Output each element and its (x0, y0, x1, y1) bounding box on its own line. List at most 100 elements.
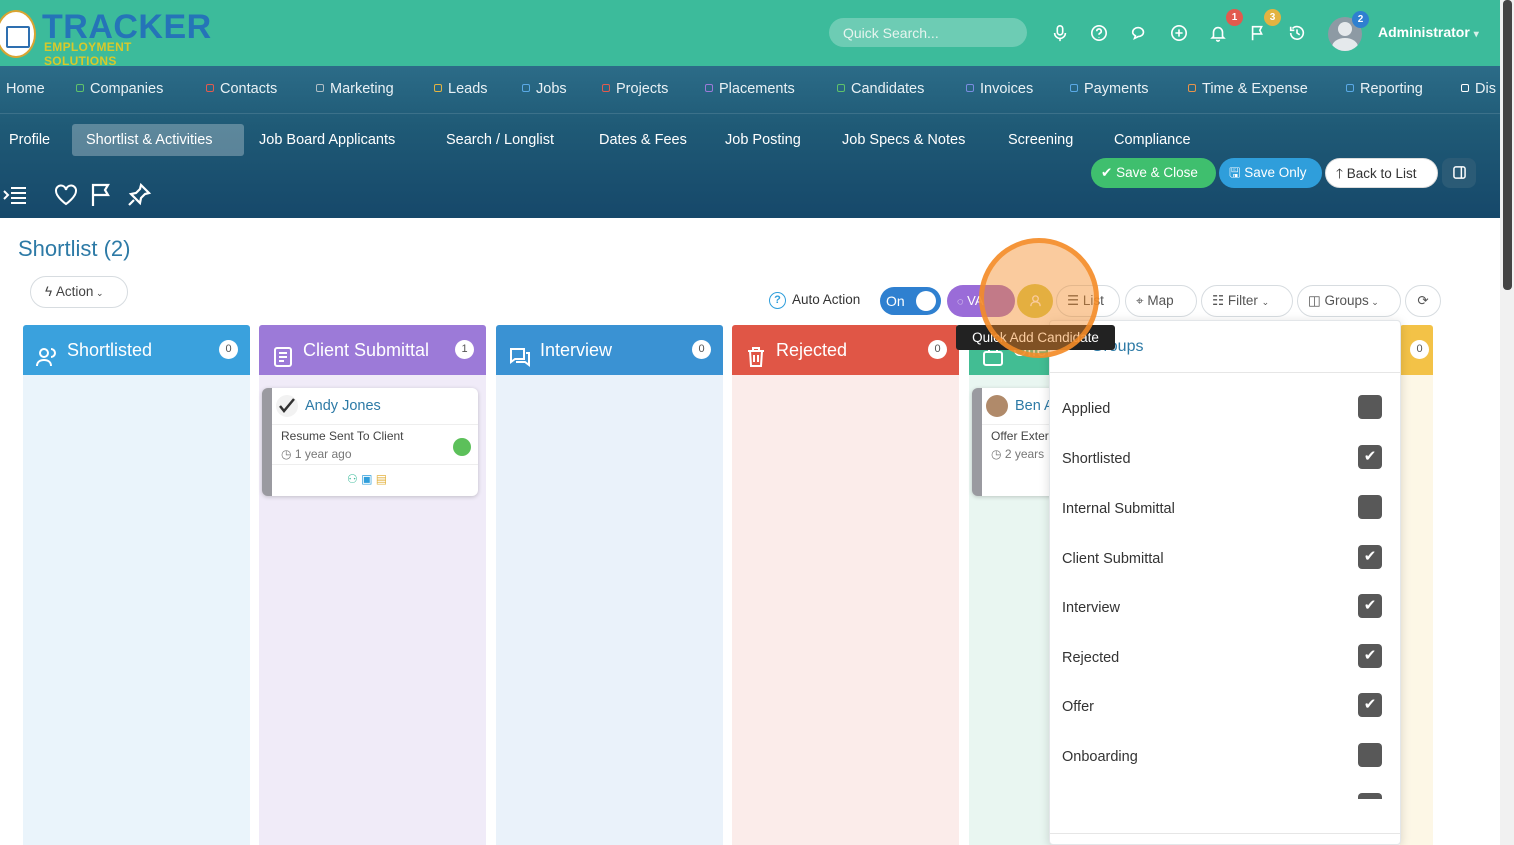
bell-icon[interactable] (1208, 24, 1228, 44)
nav-item-dis[interactable]: Dis (1461, 81, 1496, 97)
nav-icon (837, 84, 845, 92)
nav-item-payments[interactable]: Payments (1070, 81, 1148, 97)
filter-button[interactable]: ☷ Filter ⌄ (1201, 285, 1293, 317)
flag-outline-icon[interactable] (89, 182, 115, 208)
panel-toggle-button[interactable] (1442, 158, 1476, 188)
column-header[interactable]: Interview 0 (496, 325, 723, 375)
group-label: Interview (1062, 600, 1121, 616)
checked-checkbox[interactable]: ✔ (1358, 445, 1382, 469)
pin-icon[interactable] (126, 182, 152, 208)
scrollbar-thumb[interactable] (1503, 0, 1512, 290)
groups-button[interactable]: ◫ Groups ⌄ (1297, 285, 1401, 317)
nav-item-companies[interactable]: Companies (76, 81, 163, 97)
nav-icon (434, 84, 442, 92)
brand-subtitle: EMPLOYMENT SOLUTIONS (44, 40, 132, 68)
checkbox-partial[interactable] (1358, 793, 1382, 799)
group-option-offer[interactable]: Offer ✔ (1062, 693, 1392, 723)
candidate-name[interactable]: Andy Jones (305, 398, 381, 414)
column-count: 1 (455, 340, 474, 359)
nav-item-time-expense[interactable]: Time & Expense (1188, 81, 1308, 97)
logo-icon (0, 10, 36, 58)
nav-item-placements[interactable]: Placements (705, 81, 795, 97)
help-circle-icon[interactable]: ? (769, 292, 786, 309)
card-actions: ⚇ ▣ ▤ (347, 472, 387, 486)
candidate-icon[interactable]: ⚇ (347, 472, 358, 486)
checked-checkbox[interactable]: ✔ (1358, 594, 1382, 618)
main-nav: Home Companies Contacts Marketing Leads Jobs P… (0, 66, 1500, 114)
group-option-onboarding[interactable]: Onboarding (1062, 743, 1392, 773)
nav-icon (966, 84, 974, 92)
map-view-button[interactable]: ⌖ Map (1125, 285, 1197, 317)
auto-action-toggle[interactable]: On (880, 287, 941, 315)
group-option-client-submittal[interactable]: Client Submittal ✔ (1062, 545, 1392, 575)
unchecked-checkbox[interactable] (1358, 743, 1382, 767)
page-title: Shortlist (2) (18, 236, 131, 261)
nav-item-reporting[interactable]: Reporting (1346, 81, 1423, 97)
auto-action-label: Auto Action (792, 292, 861, 307)
heart-icon[interactable] (53, 182, 79, 208)
column-title: Client Submittal (303, 340, 430, 360)
save-close-button[interactable]: ✔ Save & Close (1091, 158, 1216, 188)
nav-icon (1188, 84, 1196, 92)
unchecked-checkbox[interactable] (1358, 495, 1382, 519)
checked-checkbox[interactable]: ✔ (1358, 545, 1382, 569)
nav-item-marketing[interactable]: Marketing (316, 81, 394, 97)
tab-search-longlist[interactable]: Search / Longlist (432, 124, 568, 156)
candidate-time: ◷ 2 years (991, 447, 1045, 461)
add-circle-icon[interactable] (1169, 24, 1189, 44)
tab-shortlist-activities[interactable]: Shortlist & Activities (72, 124, 244, 156)
action-dropdown[interactable]: ϟ Action ⌄ (30, 276, 128, 308)
candidate-status: Resume Sent To Client (281, 429, 404, 443)
notifications-badge: 1 (1226, 9, 1243, 26)
column-header[interactable]: Rejected 0 (732, 325, 959, 375)
nav-item-leads[interactable]: Leads (434, 81, 488, 97)
group-option-applied[interactable]: Applied (1062, 395, 1392, 425)
group-label: Offer (1062, 699, 1094, 715)
quick-search-input[interactable] (829, 18, 1027, 47)
back-to-list-button[interactable]: 🡑 Back to List (1325, 158, 1438, 188)
unchecked-checkbox[interactable] (1358, 395, 1382, 419)
column-header[interactable]: Shortlisted 0 (23, 325, 250, 375)
nav-item-invoices[interactable]: Invoices (966, 81, 1033, 97)
column-count: 0 (1410, 340, 1429, 359)
briefcase-icon[interactable]: ▣ (361, 472, 372, 486)
group-option-rejected[interactable]: Rejected ✔ (1062, 644, 1392, 674)
tab-job-specs-notes[interactable]: Job Specs & Notes (828, 124, 979, 156)
column-title: Shortlisted (67, 340, 153, 360)
group-option-interview[interactable]: Interview ✔ (1062, 594, 1392, 624)
brand-logo[interactable]: TRACKER EMPLOYMENT SOLUTIONS (0, 8, 211, 68)
nav-item-projects[interactable]: Projects (602, 81, 668, 97)
tab-profile[interactable]: Profile (0, 124, 64, 156)
menu-indent-icon[interactable] (2, 182, 28, 208)
top-bar: TRACKER EMPLOYMENT SOLUTIONS 1 3 2 Admin… (0, 0, 1500, 68)
nav-item-contacts[interactable]: Contacts (206, 81, 277, 97)
candidate-name[interactable]: Ben A (1015, 398, 1054, 414)
nav-icon (316, 84, 324, 92)
tab-dates-fees[interactable]: Dates & Fees (585, 124, 701, 156)
refresh-button[interactable]: ⟳ (1405, 285, 1441, 317)
nav-item-candidates[interactable]: Candidates (837, 81, 924, 97)
page-scrollbar[interactable] (1500, 0, 1514, 845)
microphone-icon[interactable] (1050, 24, 1070, 44)
groups-dropdown: Groups Applied Shortlisted ✔ Internal Submi… (1049, 320, 1401, 845)
tab-screening[interactable]: Screening (994, 124, 1087, 156)
nav-item-home[interactable]: Home (6, 81, 45, 97)
candidate-card[interactable]: Andy Jones Resume Sent To Client ◷ 1 year … (262, 388, 478, 496)
chat-icon[interactable] (1129, 24, 1149, 44)
tab-job-posting[interactable]: Job Posting (711, 124, 815, 156)
tab-compliance[interactable]: Compliance (1100, 124, 1205, 156)
history-icon[interactable] (1287, 24, 1307, 44)
navigation-area: Home Companies Contacts Marketing Leads Jobs P… (0, 66, 1500, 218)
checked-checkbox[interactable]: ✔ (1358, 644, 1382, 668)
group-option-internal-submittal[interactable]: Internal Submittal (1062, 495, 1392, 525)
help-icon[interactable] (1089, 24, 1109, 44)
flag-icon[interactable] (1248, 24, 1268, 44)
tab-job-board-applicants[interactable]: Job Board Applicants (245, 124, 409, 156)
checked-checkbox[interactable]: ✔ (1358, 693, 1382, 717)
column-header[interactable]: Client Submittal 1 (259, 325, 486, 375)
save-only-button[interactable]: 🖫 Save Only (1219, 158, 1322, 188)
job-icon[interactable]: ▤ (376, 472, 387, 486)
nav-item-jobs[interactable]: Jobs (522, 81, 567, 97)
user-name[interactable]: Administrator ▾ (1378, 24, 1479, 40)
group-option-shortlisted[interactable]: Shortlisted ✔ (1062, 445, 1392, 475)
